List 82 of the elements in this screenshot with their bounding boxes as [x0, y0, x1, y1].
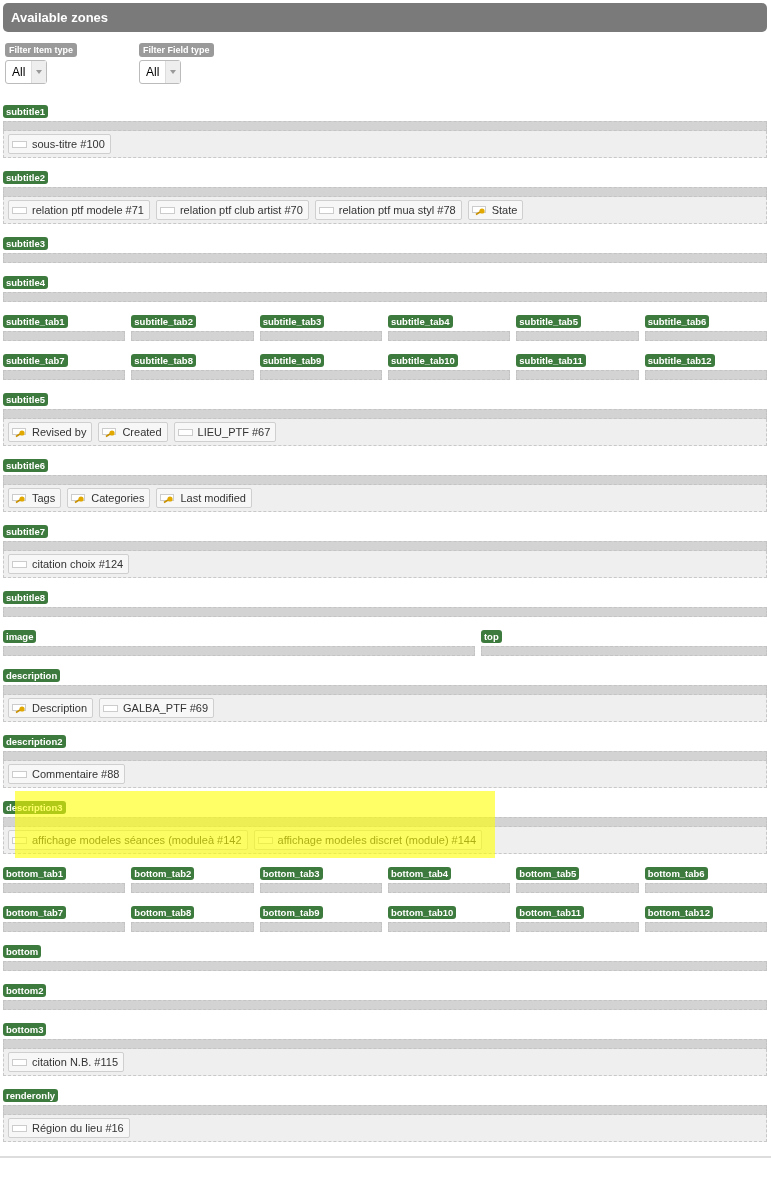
field-item[interactable]: Description	[8, 698, 94, 718]
filter-label: Filter Item type	[5, 43, 77, 57]
field-item[interactable]: citation N.B. #115	[8, 1052, 124, 1072]
field-item[interactable]: sous-titre #100	[8, 134, 111, 154]
field-icon	[12, 835, 28, 845]
zone-label: image	[3, 630, 37, 643]
filter-dropdown[interactable]: All	[139, 60, 182, 84]
zone-label: subtitle_tab7	[3, 354, 68, 367]
zone-label: subtitle3	[3, 237, 49, 250]
zone-label: subtitle_tab8	[131, 354, 196, 367]
zone-label: subtitle_tab11	[516, 354, 586, 367]
field-item[interactable]: Categories	[67, 488, 151, 508]
key-icon	[160, 492, 177, 504]
zone-label: bottom_tab12	[644, 906, 713, 919]
field-item[interactable]: Last modified	[156, 488, 252, 508]
zone-label: bottom2	[3, 984, 47, 997]
zone-label: subtitle_tab12	[644, 354, 715, 367]
key-icon	[12, 426, 28, 438]
zone-label: bottom_tab5	[516, 867, 580, 880]
zone-label: renderonly	[3, 1089, 59, 1102]
zone-label: subtitle7	[3, 525, 49, 538]
caret-icon	[170, 70, 177, 74]
field-item[interactable]: relation ptf mua styl #78	[314, 200, 462, 220]
zone-label: subtitle_tab10	[388, 354, 458, 367]
zone-label: subtitle_tab6	[644, 315, 710, 328]
field-item[interactable]: citation choix #124	[8, 554, 130, 574]
zone-label: bottom_tab1	[3, 867, 66, 880]
field-icon	[177, 427, 194, 437]
zone-label: subtitle1	[3, 105, 49, 118]
zone-label: subtitle_tab5	[516, 315, 581, 328]
field-item[interactable]: Revised by	[8, 422, 93, 442]
zone-label: bottom_tab8	[131, 906, 195, 919]
field-item[interactable]: LIEU_PTF #67	[173, 422, 277, 442]
field-icon	[12, 1123, 28, 1133]
key-icon	[12, 702, 28, 714]
field-item[interactable]: relation ptf club artist #70	[155, 200, 309, 220]
zone-label: bottom_tab4	[388, 867, 451, 880]
zone-label: subtitle_tab2	[131, 315, 196, 328]
zone-label: bottom_tab6	[644, 867, 708, 880]
zone-label: bottom_tab3	[259, 867, 323, 880]
zone-label: subtitle_tab3	[259, 315, 325, 328]
zone-label: bottom_tab9	[259, 906, 323, 919]
field-icon	[12, 1057, 28, 1067]
field-icon	[12, 559, 28, 569]
key-icon	[471, 204, 488, 216]
zone-label: bottom_tab2	[131, 867, 195, 880]
field-item[interactable]: Région du lieu #16	[8, 1118, 130, 1138]
zone-label: subtitle8	[3, 591, 49, 604]
zone-label: description2	[3, 735, 66, 748]
zone-label: subtitle6	[3, 459, 49, 472]
zone-label: description	[3, 669, 61, 682]
zone-label: bottom	[3, 945, 42, 958]
zone-label: bottom_tab7	[3, 906, 66, 919]
field-icon	[12, 205, 28, 215]
zone-label: bottom3	[3, 1023, 47, 1036]
zone-label: subtitle_tab1	[3, 315, 68, 328]
caret-icon	[36, 70, 43, 74]
zone-label: subtitle2	[3, 171, 49, 184]
key-icon	[71, 492, 88, 504]
zone-label: top	[480, 630, 502, 643]
field-item[interactable]: State	[467, 200, 524, 220]
field-icon	[12, 139, 28, 149]
field-item[interactable]: Tags	[8, 488, 62, 508]
field-icon	[318, 205, 335, 215]
panel-title: Available zones	[3, 3, 767, 32]
zone-label: subtitle_tab4	[388, 315, 453, 328]
zone-label: bottom_tab10	[388, 906, 457, 919]
field-item[interactable]: Created	[98, 422, 168, 442]
field-item[interactable]: Commentaire #88	[8, 764, 126, 784]
filter-label: Filter Field type	[139, 43, 214, 57]
zone-label: bottom_tab11	[516, 906, 585, 919]
key-icon	[12, 492, 28, 504]
field-item[interactable]: GALBA_PTF #69	[99, 698, 215, 718]
filter-dropdown[interactable]: All	[5, 60, 48, 84]
field-icon	[159, 205, 176, 215]
zone-label: subtitle5	[3, 393, 49, 406]
field-icon	[103, 703, 120, 713]
field-icon	[12, 769, 28, 779]
zone-label: subtitle_tab9	[259, 354, 325, 367]
zone-label: subtitle4	[3, 276, 49, 289]
field-item[interactable]: relation ptf modele #71	[8, 200, 150, 220]
key-icon	[102, 426, 119, 438]
